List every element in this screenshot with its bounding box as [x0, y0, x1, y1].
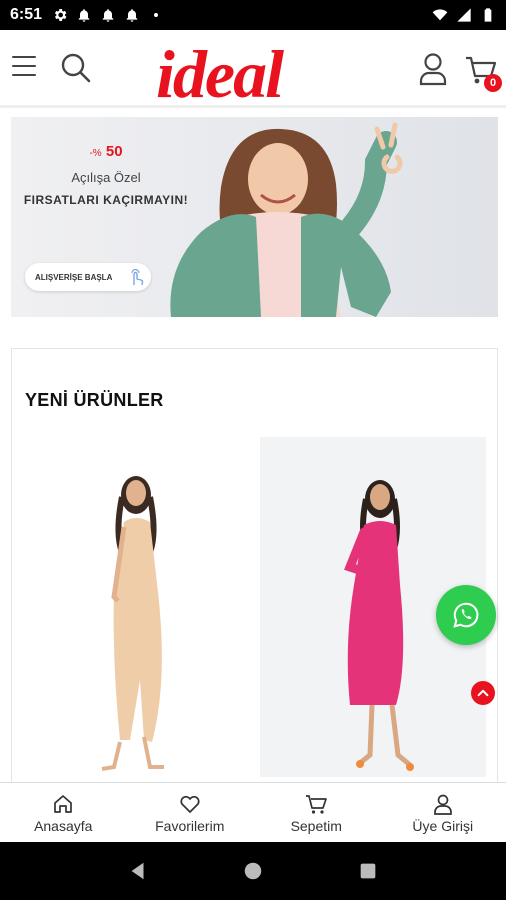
battery-icon	[484, 8, 492, 22]
status-bar: 6:51	[0, 0, 506, 30]
product-card[interactable]	[24, 437, 250, 777]
wifi-icon	[432, 9, 448, 21]
nav-label: Anasayfa	[34, 817, 93, 834]
dot-icon	[154, 13, 159, 17]
search-icon[interactable]	[60, 52, 92, 84]
promo-banner[interactable]: -% 50 Açılışa Özel FIRSATLARI KAÇIRMAYIN…	[11, 117, 498, 317]
notification-bell-icon	[102, 9, 114, 22]
tap-hand-icon	[131, 268, 144, 286]
bottom-navigation: Anasayfa Favorilerim Sepetim Üye Girişi	[0, 782, 506, 842]
nav-label: Favorilerim	[155, 817, 225, 834]
notification-bell-icon	[78, 9, 90, 22]
start-shopping-button[interactable]: ALIŞVERİŞE BAŞLA	[25, 263, 151, 291]
status-time: 6:51	[10, 6, 43, 23]
back-icon[interactable]	[127, 860, 149, 882]
system-navigation-bar	[0, 842, 506, 900]
whatsapp-button[interactable]	[436, 585, 496, 645]
nav-item-login[interactable]: Üye Girişi	[380, 783, 506, 842]
notification-bell-icon	[126, 9, 138, 22]
app-header: ideal 0	[0, 30, 506, 108]
user-icon	[433, 794, 452, 815]
signal-icon	[457, 8, 471, 22]
cart-count-badge: 0	[484, 74, 502, 92]
home-circle-icon[interactable]	[242, 860, 264, 882]
product-image	[101, 476, 164, 771]
cart-icon	[306, 794, 328, 814]
recents-icon[interactable]	[357, 860, 379, 882]
new-products-section: YENİ ÜRÜNLER	[11, 348, 498, 788]
nav-label: Sepetim	[290, 817, 342, 834]
section-title: YENİ ÜRÜNLER	[25, 390, 164, 410]
whatsapp-icon	[453, 602, 479, 628]
scroll-to-top-button[interactable]	[471, 681, 495, 705]
nav-label: Üye Girişi	[412, 817, 474, 834]
nav-item-home[interactable]: Anasayfa	[0, 783, 127, 842]
menu-icon[interactable]	[12, 56, 38, 78]
chevron-up-icon	[477, 689, 489, 697]
home-icon	[54, 794, 73, 813]
heart-icon	[180, 795, 200, 813]
nav-item-cart[interactable]: Sepetim	[253, 783, 380, 842]
status-left-icons	[52, 7, 164, 23]
banner-model-image	[170, 122, 403, 317]
account-icon[interactable]	[418, 52, 448, 86]
status-right-icons	[432, 7, 496, 23]
nav-item-favorites[interactable]: Favorilerim	[127, 783, 254, 842]
gear-icon	[54, 9, 67, 21]
brand-logo[interactable]: ideal	[156, 40, 284, 108]
